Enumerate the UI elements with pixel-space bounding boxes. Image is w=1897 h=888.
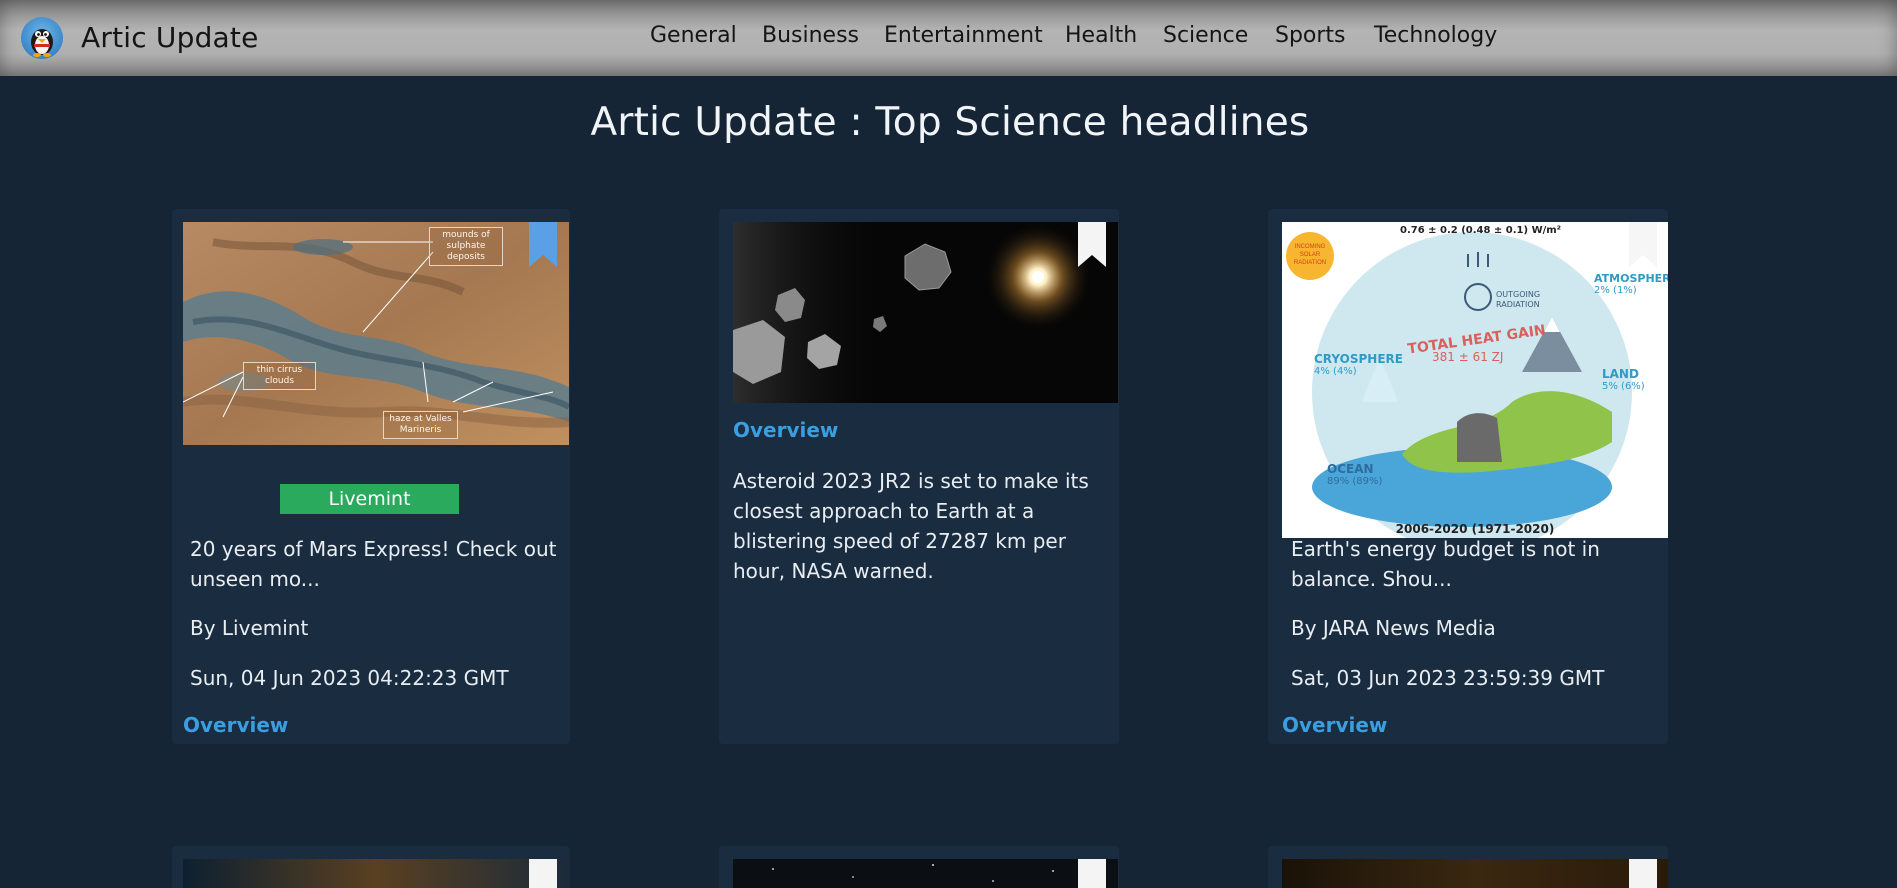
asteroid-image[interactable]: [733, 222, 1118, 403]
card-date: Sat, 03 Jun 2023 23:59:39 GMT: [1291, 666, 1605, 690]
card-date: Sun, 04 Jun 2023 04:22:23 GMT: [190, 666, 509, 690]
land-pct: 5% (6%): [1602, 381, 1645, 392]
bookmark-icon[interactable]: [1629, 859, 1657, 888]
nav-link-general[interactable]: General: [650, 23, 737, 48]
land-label: LAND: [1602, 367, 1639, 381]
ocean-pct: 89% (89%): [1327, 476, 1383, 487]
incoming-label-line-3: RADIATION: [1294, 260, 1326, 266]
bookmark-icon[interactable]: [529, 859, 557, 888]
incoming-label-line-1: INCOMING: [1295, 244, 1326, 250]
nav-link-entertainment[interactable]: Entertainment: [884, 23, 1043, 48]
penguin-logo-icon[interactable]: [21, 17, 63, 59]
news-image-row2-2[interactable]: [733, 859, 1118, 888]
nav-link-science[interactable]: Science: [1163, 23, 1248, 48]
news-image-row2-1[interactable]: [183, 859, 569, 888]
news-image-row2-3[interactable]: [1282, 859, 1668, 888]
heat-gain-value: 381 ± 61 ZJ: [1432, 350, 1504, 364]
nav-link-business[interactable]: Business: [762, 23, 859, 48]
outgoing-label: OUTGOING RADIATION: [1496, 290, 1541, 309]
bookmark-icon[interactable]: [1078, 859, 1106, 888]
bookmark-icon[interactable]: [1629, 222, 1657, 267]
incoming-label-line-2: SOLAR: [1300, 252, 1321, 258]
cryosphere-pct: 4% (4%): [1314, 366, 1357, 377]
atmosphere-pct: 2% (1%): [1594, 285, 1637, 296]
ocean-label: OCEAN: [1327, 462, 1374, 476]
mars-label-sulphate: mounds of sulphate deposits: [429, 227, 503, 266]
card-description: Asteroid 2023 JR2 is set to make its clo…: [733, 469, 1089, 583]
atmosphere-label: ATMOSPHERE: [1594, 272, 1668, 285]
navbar: Artic Update General Business Entertainm…: [0, 0, 1897, 76]
mars-label-cirrus: thin cirrus clouds: [243, 362, 316, 390]
nav-link-technology[interactable]: Technology: [1374, 23, 1497, 48]
nav-link-health[interactable]: Health: [1065, 23, 1137, 48]
cryosphere-label: CRYOSPHERE: [1314, 352, 1403, 366]
card-title: Earth's energy budget is not in balance.…: [1291, 537, 1600, 591]
mars-image[interactable]: mounds of sulphate deposits thin cirrus …: [183, 222, 569, 445]
overview-link[interactable]: Overview: [1282, 713, 1387, 737]
nav-link-sports[interactable]: Sports: [1275, 23, 1346, 48]
bookmark-icon[interactable]: [529, 222, 557, 267]
energy-top-value: 0.76 ± 0.2 (0.48 ± 0.1) W/m²: [1400, 225, 1562, 236]
page-title: Artic Update : Top Science headlines: [590, 100, 1310, 145]
source-badge: Livemint: [280, 484, 459, 514]
card-author: By Livemint: [190, 616, 309, 640]
brand-title[interactable]: Artic Update: [81, 21, 259, 54]
mars-label-haze: haze at Valles Marineris: [383, 411, 458, 439]
card-title: 20 years of Mars Express! Check out unse…: [190, 537, 557, 591]
overview-link[interactable]: Overview: [183, 713, 288, 737]
bookmark-icon[interactable]: [1078, 222, 1106, 267]
overview-link[interactable]: Overview: [733, 418, 838, 442]
energy-budget-image[interactable]: INCOMING SOLAR RADIATION 0.76 ± 0.2 (0.4…: [1282, 222, 1668, 538]
card-author: By JARA News Media: [1291, 616, 1496, 640]
